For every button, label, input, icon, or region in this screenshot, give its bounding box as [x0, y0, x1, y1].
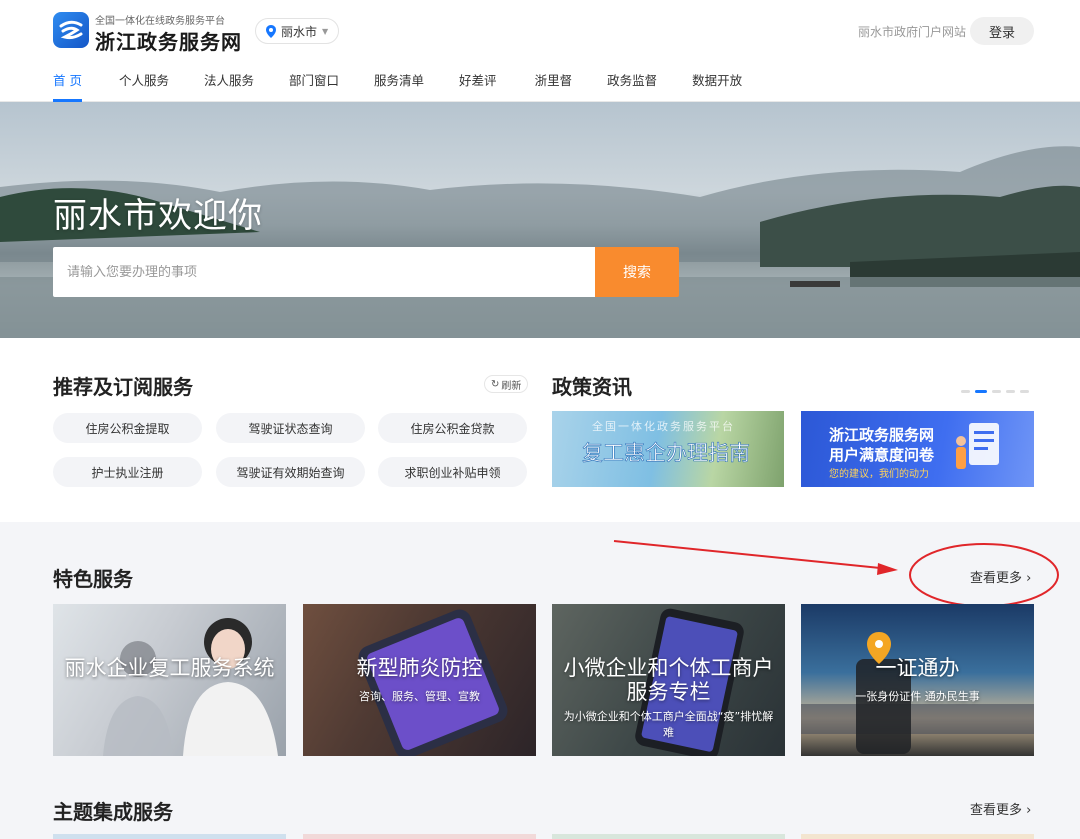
- theme-card-edge: [552, 834, 785, 839]
- refresh-button[interactable]: ↻ 刷新: [484, 375, 529, 393]
- card-image: [358, 609, 508, 756]
- nav-item-rating[interactable]: 好差评: [459, 70, 497, 102]
- survey-news-card[interactable]: 浙江政务服务网 用户满意度问卷 您的建议，我们的动力: [801, 411, 1034, 487]
- search-input[interactable]: [67, 264, 581, 280]
- city-name: 丽水市: [281, 24, 318, 39]
- nav-item-supervision[interactable]: 政务监督: [607, 70, 657, 102]
- service-pill[interactable]: 求职创业补贴申领: [378, 457, 527, 487]
- logo-icon[interactable]: [53, 12, 89, 48]
- view-more-label: 查看更多: [970, 803, 1023, 818]
- search-button[interactable]: 搜索: [595, 247, 679, 297]
- recommend-policy-section: 推荐及订阅服务 ↻ 刷新 住房公积金提取 驾驶证状态查询 住房公积金贷款 护士执…: [0, 338, 1080, 522]
- refresh-label: 刷新: [501, 380, 522, 392]
- nav-item-home[interactable]: 首 页: [53, 70, 82, 102]
- login-button[interactable]: 登录: [970, 17, 1034, 45]
- featured-card[interactable]: 丽水企业复工服务系统: [53, 604, 286, 756]
- chevron-right-icon: ›: [1026, 803, 1032, 818]
- theme-card-edge: [53, 834, 286, 839]
- theme-view-more-link[interactable]: 查看更多 ›: [970, 799, 1031, 818]
- service-pill[interactable]: 驾驶证有效期始查询: [216, 457, 365, 487]
- service-pill[interactable]: 住房公积金贷款: [378, 413, 527, 443]
- news-card-header: 全国一体化政务服务平台: [592, 420, 735, 433]
- card-title: 小微企业和个体工商户服务专栏: [563, 656, 774, 704]
- survey-line-2: 用户满意度问卷: [829, 446, 935, 464]
- news-card-title: 复工惠企办理指南: [582, 441, 751, 466]
- hero-banner: 丽水市欢迎你 搜索: [0, 102, 1080, 338]
- service-pill[interactable]: 护士执业注册: [53, 457, 202, 487]
- banner-title: 丽水市欢迎你: [53, 196, 263, 236]
- card-title: 新型肺炎防控: [356, 656, 483, 680]
- city-selector[interactable]: 丽水市 ▼: [255, 18, 340, 44]
- nav-item-open-data[interactable]: 数据开放: [692, 70, 742, 102]
- logo-title[interactable]: 浙江政务服务网: [95, 26, 242, 55]
- service-pill[interactable]: 住房公积金提取: [53, 413, 202, 443]
- nav-item-zhelidu[interactable]: 浙里督: [535, 70, 573, 102]
- chevron-down-icon: ▼: [322, 26, 329, 36]
- theme-title: 主题集成服务: [53, 800, 173, 824]
- policy-title: 政策资讯: [552, 375, 632, 399]
- card-image: [801, 632, 1034, 754]
- card-subtitle: 为小微企业和个体工商户全面战“疫”排忧解难: [563, 710, 774, 739]
- carousel-dot-active[interactable]: [975, 390, 987, 393]
- carousel-dot[interactable]: [992, 390, 1001, 393]
- card-image: [103, 618, 278, 756]
- card-title: 一证通办: [875, 656, 960, 680]
- search-box: [53, 247, 595, 297]
- nav-item-department[interactable]: 部门窗口: [289, 70, 339, 102]
- nav-item-legal[interactable]: 法人服务: [204, 70, 254, 102]
- card-subtitle: 一张身份证件 通办民生事: [855, 690, 980, 703]
- featured-title: 特色服务: [53, 567, 133, 591]
- featured-card[interactable]: 小微企业和个体工商户服务专栏 为小微企业和个体工商户全面战“疫”排忧解难: [552, 604, 785, 756]
- carousel-dot[interactable]: [961, 390, 970, 393]
- theme-card-edge: [303, 834, 536, 839]
- main-nav: 首 页 个人服务 法人服务 部门窗口 服务清单 好差评 浙里督 政务监督 数据开…: [53, 70, 742, 102]
- featured-card[interactable]: 一证通办 一张身份证件 通办民生事: [801, 604, 1034, 756]
- logo-subtitle: 全国一体化在线政务服务平台: [95, 16, 225, 27]
- service-pill[interactable]: 驾驶证状态查询: [216, 413, 365, 443]
- carousel-dot[interactable]: [1006, 390, 1015, 393]
- survey-clipboard-icon: [956, 423, 999, 469]
- nav-item-personal[interactable]: 个人服务: [119, 70, 169, 102]
- carousel-dots: [961, 390, 1029, 393]
- card-title: 丽水企业复工服务系统: [64, 656, 275, 680]
- featured-card[interactable]: 新型肺炎防控 咨询、服务、管理、宣教: [303, 604, 536, 756]
- policy-news-card[interactable]: 全国一体化政务服务平台 复工惠企办理指南: [552, 411, 784, 487]
- recommend-title: 推荐及订阅服务: [53, 375, 193, 399]
- site-header: 全国一体化在线政务服务平台 浙江政务服务网 丽水市 ▼ 丽水市政府门户网站 登录…: [0, 0, 1080, 102]
- portal-link[interactable]: 丽水市政府门户网站: [858, 23, 966, 40]
- theme-card-edge: [801, 834, 1034, 839]
- location-pin-icon: [266, 24, 276, 38]
- card-subtitle: 咨询、服务、管理、宣教: [359, 690, 480, 703]
- nav-item-service-list[interactable]: 服务清单: [374, 70, 424, 102]
- carousel-dot[interactable]: [1020, 390, 1029, 393]
- survey-line-3: 您的建议，我们的动力: [829, 469, 929, 480]
- red-arrow-annotation: [613, 540, 1059, 607]
- survey-line-1: 浙江政务服务网: [829, 426, 935, 444]
- refresh-icon: ↻: [491, 378, 500, 390]
